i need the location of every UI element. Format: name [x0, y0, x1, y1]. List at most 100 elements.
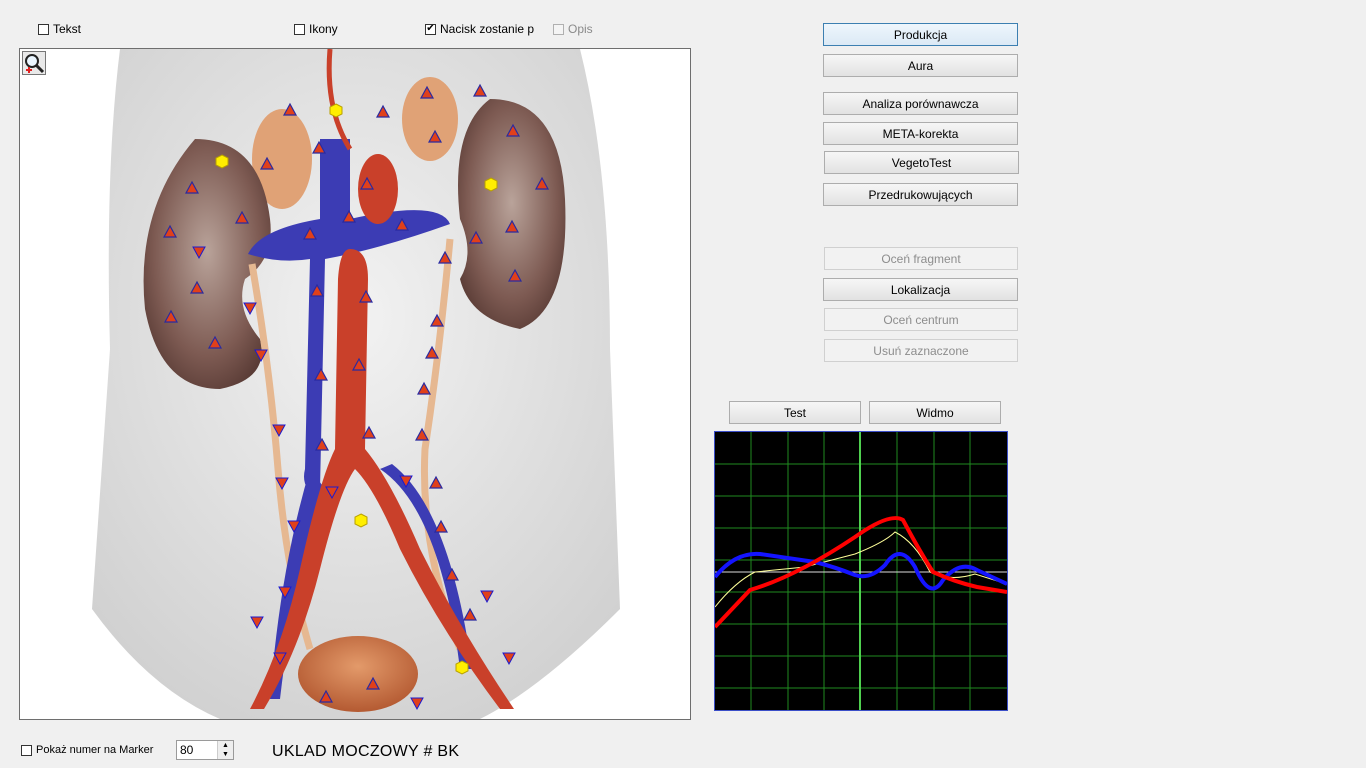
tekst-checkbox[interactable]: Tekst: [38, 22, 81, 36]
ikony-label: Ikony: [309, 22, 338, 36]
ocen-fragment-button: Oceń fragment: [824, 247, 1018, 270]
marker-down[interactable]: [250, 616, 264, 630]
spinner-buttons[interactable]: ▲ ▼: [217, 741, 233, 759]
marker-down[interactable]: [192, 246, 206, 260]
spinner-down-icon[interactable]: ▼: [218, 750, 233, 759]
marker-up[interactable]: [361, 425, 377, 439]
meta-korekta-button[interactable]: META-korekta: [823, 122, 1018, 145]
marker-up[interactable]: [163, 309, 179, 323]
opis-checkbox-box: [553, 23, 564, 35]
marker-up[interactable]: [433, 519, 449, 533]
marker-down[interactable]: [278, 586, 292, 600]
marker-hex[interactable]: [329, 103, 343, 118]
widmo-button[interactable]: Widmo: [869, 401, 1001, 424]
marker-up[interactable]: [189, 280, 205, 294]
marker-up[interactable]: [314, 437, 330, 451]
nacisk-label: Nacisk zostanie p: [440, 22, 535, 36]
zoom-button[interactable]: [22, 51, 46, 75]
tekst-checkbox-box[interactable]: [38, 23, 49, 35]
marker-up[interactable]: [375, 104, 391, 118]
marker-number-spinner[interactable]: ▲ ▼: [176, 740, 234, 760]
marker-up[interactable]: [444, 567, 460, 581]
marker-up[interactable]: [365, 676, 381, 690]
opis-checkbox: Opis: [553, 22, 593, 36]
pokaz-numer-checkbox-box[interactable]: [21, 744, 32, 756]
marker-up[interactable]: [311, 140, 327, 154]
marker-up[interactable]: [318, 689, 334, 703]
marker-up[interactable]: [234, 210, 250, 224]
anatomy-image-panel[interactable]: [19, 48, 691, 720]
marker-down[interactable]: [410, 697, 424, 711]
marker-down[interactable]: [273, 652, 287, 666]
pokaz-numer-label: Pokaż numer na Marker: [36, 744, 154, 756]
organ-title: UKLAD MOCZOWY # BK: [272, 743, 460, 760]
marker-down[interactable]: [275, 477, 289, 491]
marker-up[interactable]: [207, 335, 223, 349]
marker-up[interactable]: [468, 230, 484, 244]
marker-up[interactable]: [184, 180, 200, 194]
ikony-checkbox-box[interactable]: [294, 23, 305, 35]
marker-up[interactable]: [419, 85, 435, 99]
marker-up[interactable]: [534, 176, 550, 190]
lokalizacja-button[interactable]: Lokalizacja: [823, 278, 1018, 301]
signal-graph: [713, 431, 1008, 711]
marker-up[interactable]: [309, 283, 325, 297]
spinner-up-icon[interactable]: ▲: [218, 741, 233, 750]
marker-up[interactable]: [424, 345, 440, 359]
test-button[interactable]: Test: [729, 401, 861, 424]
marker-down[interactable]: [502, 652, 516, 666]
nacisk-checkbox[interactable]: ✔ Nacisk zostanie p: [425, 22, 534, 36]
magnifier-zoom-icon: [25, 54, 45, 74]
signal-graph-plot: [713, 432, 1008, 710]
marker-down[interactable]: [243, 302, 257, 316]
pokaz-numer-checkbox[interactable]: Pokaż numer na Marker: [21, 744, 153, 756]
marker-up[interactable]: [472, 83, 488, 97]
marker-hex-group[interactable]: [215, 103, 498, 675]
marker-overlay[interactable]: [20, 49, 690, 719]
aura-button[interactable]: Aura: [823, 54, 1018, 77]
opis-label: Opis: [568, 22, 593, 36]
marker-up[interactable]: [507, 268, 523, 282]
marker-up[interactable]: [429, 313, 445, 327]
marker-up[interactable]: [505, 123, 521, 137]
marker-up[interactable]: [282, 102, 298, 116]
marker-up[interactable]: [462, 607, 478, 621]
marker-hex[interactable]: [215, 154, 229, 169]
ikony-checkbox[interactable]: Ikony: [294, 22, 338, 36]
marker-up[interactable]: [428, 475, 444, 489]
marker-up[interactable]: [302, 226, 318, 240]
marker-hex[interactable]: [455, 660, 469, 675]
marker-down[interactable]: [480, 590, 494, 604]
marker-down[interactable]: [399, 475, 413, 489]
marker-up[interactable]: [437, 250, 453, 264]
marker-down[interactable]: [272, 424, 286, 438]
marker-down[interactable]: [325, 486, 339, 500]
marker-up[interactable]: [416, 381, 432, 395]
tekst-label: Tekst: [53, 22, 82, 36]
usun-zaznaczone-button: Usuń zaznaczone: [824, 339, 1018, 362]
nacisk-checkbox-box[interactable]: ✔: [425, 23, 436, 35]
marker-hex[interactable]: [484, 177, 498, 192]
marker-up[interactable]: [414, 427, 430, 441]
przedrukowujacych-button[interactable]: Przedrukowujących: [823, 183, 1018, 206]
marker-up[interactable]: [504, 219, 520, 233]
marker-up[interactable]: [351, 357, 367, 371]
marker-up[interactable]: [341, 209, 357, 223]
marker-up[interactable]: [427, 129, 443, 143]
marker-up[interactable]: [313, 367, 329, 381]
produkcja-button[interactable]: Produkcja: [823, 23, 1018, 46]
marker-up-group[interactable]: [162, 83, 550, 703]
analiza-porownawcza-button[interactable]: Analiza porównawcza: [823, 92, 1018, 115]
marker-up[interactable]: [162, 224, 178, 238]
marker-down[interactable]: [254, 349, 268, 363]
marker-hex[interactable]: [354, 513, 368, 528]
marker-number-input[interactable]: [177, 741, 217, 759]
ocen-centrum-button: Oceń centrum: [824, 308, 1018, 331]
marker-up[interactable]: [358, 289, 374, 303]
marker-down[interactable]: [287, 520, 301, 534]
vegetotest-button[interactable]: VegetoTest: [824, 151, 1019, 174]
marker-up[interactable]: [394, 217, 410, 231]
marker-up[interactable]: [359, 176, 375, 190]
marker-down-group[interactable]: [192, 246, 516, 711]
marker-up[interactable]: [259, 156, 275, 170]
